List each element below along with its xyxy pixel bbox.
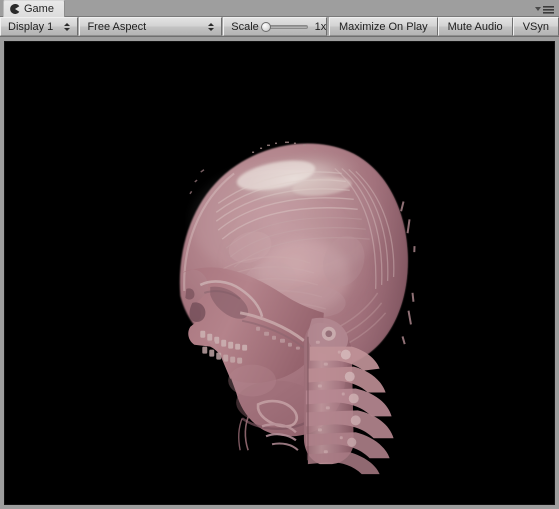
maximize-on-play-button[interactable]: Maximize On Play bbox=[329, 17, 438, 36]
tab-game[interactable]: Game bbox=[3, 0, 65, 17]
panel-options-menu-icon[interactable] bbox=[531, 3, 555, 15]
chevron-updown-icon bbox=[63, 22, 70, 31]
mute-audio-label: Mute Audio bbox=[447, 20, 503, 33]
game-view-frame bbox=[0, 38, 559, 509]
chevron-updown-icon bbox=[207, 22, 214, 31]
unity-game-window: Game Display 1 Free Aspect Scale 1x Maxi… bbox=[0, 0, 559, 509]
aspect-ratio-value: Free Aspect bbox=[87, 20, 147, 33]
vsync-button[interactable]: VSyn bbox=[512, 17, 559, 36]
scale-slider[interactable] bbox=[260, 21, 308, 32]
tab-game-label: Game bbox=[24, 2, 54, 15]
game-view-canvas[interactable] bbox=[4, 41, 555, 505]
volume-rendered-ct-skull bbox=[5, 42, 554, 504]
tab-bar: Game bbox=[0, 0, 559, 17]
maximize-on-play-label: Maximize On Play bbox=[339, 20, 428, 33]
display-dropdown[interactable]: Display 1 bbox=[0, 17, 78, 36]
scale-slider-group[interactable]: Scale 1x bbox=[223, 17, 328, 36]
scale-label: Scale bbox=[231, 20, 259, 33]
aspect-ratio-dropdown[interactable]: Free Aspect bbox=[79, 17, 222, 36]
display-dropdown-value: Display 1 bbox=[8, 20, 54, 33]
scale-value: 1x bbox=[314, 20, 327, 33]
scale-slider-handle[interactable] bbox=[260, 21, 271, 32]
game-toolbar: Display 1 Free Aspect Scale 1x Maximize … bbox=[0, 17, 559, 37]
vsync-label: VSyn bbox=[522, 20, 549, 33]
game-pacman-icon bbox=[10, 4, 20, 14]
mute-audio-button[interactable]: Mute Audio bbox=[437, 17, 513, 36]
